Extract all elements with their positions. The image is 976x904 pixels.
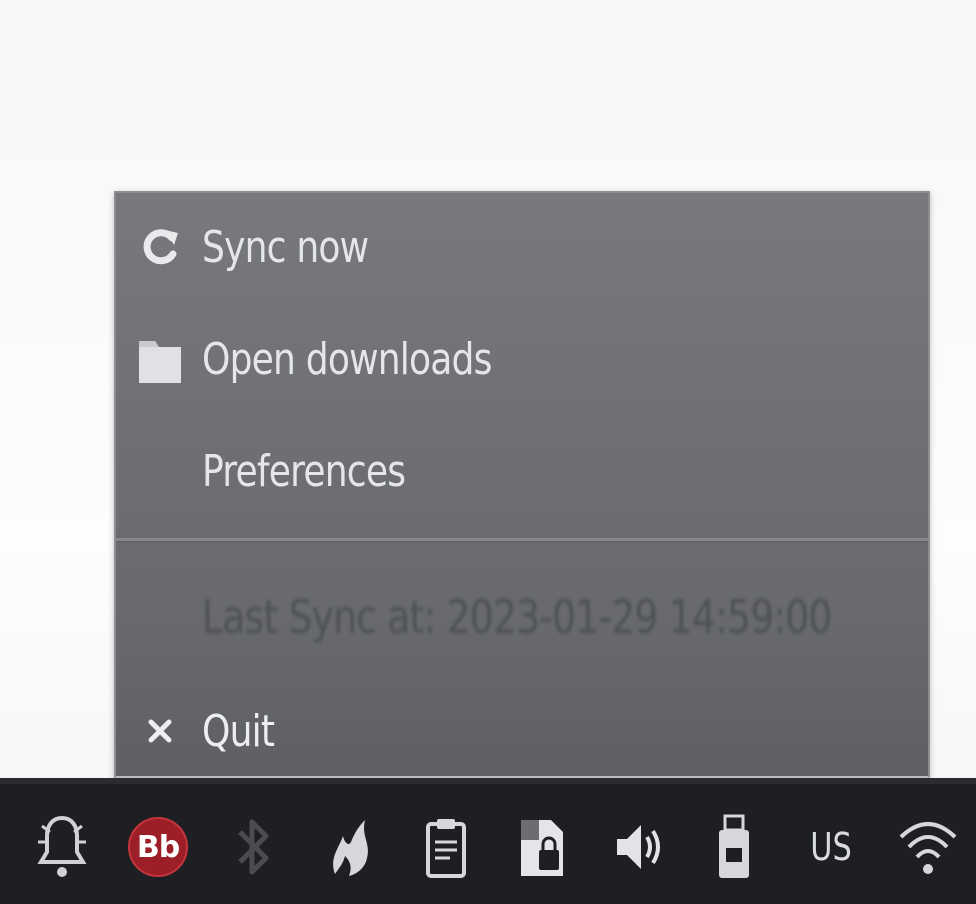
taskbar: Bb US <box>0 778 976 904</box>
desktop-background: Sync now Open downloads Preferences Last… <box>0 0 976 904</box>
bluetooth-icon[interactable] <box>224 810 284 884</box>
menu-item-label: Sync now <box>202 221 369 273</box>
folder-icon <box>136 335 184 383</box>
wifi-icon[interactable] <box>896 810 960 884</box>
menu-item-label: Open downloads <box>202 333 492 385</box>
flame-app-icon[interactable] <box>320 810 380 884</box>
menu-item-label: Quit <box>202 705 275 757</box>
menu-item-label: Preferences <box>202 445 406 497</box>
keyboard-layout-indicator[interactable]: US <box>796 810 866 884</box>
close-icon <box>136 707 184 755</box>
last-sync-label: Last Sync at: 2023-01-29 14:59:00 <box>202 590 832 644</box>
menu-item-preferences[interactable]: Preferences <box>116 421 928 521</box>
bb-badge-label: Bb <box>128 817 188 877</box>
menu-item-open-downloads[interactable]: Open downloads <box>116 309 928 409</box>
menu-item-last-sync: Last Sync at: 2023-01-29 14:59:00 <box>116 567 928 667</box>
volume-icon[interactable] <box>608 810 668 884</box>
keyring-lock-icon[interactable] <box>512 810 572 884</box>
menu-separator <box>116 538 928 542</box>
keyboard-layout-label: US <box>810 825 852 869</box>
clipboard-icon[interactable] <box>416 810 476 884</box>
tray-context-menu: Sync now Open downloads Preferences Last… <box>114 191 930 779</box>
refresh-icon <box>136 223 184 271</box>
usb-drive-icon[interactable] <box>704 810 764 884</box>
bb-app-icon[interactable]: Bb <box>128 810 188 884</box>
menu-item-sync-now[interactable]: Sync now <box>116 197 928 297</box>
notification-bell-icon[interactable] <box>32 810 92 884</box>
menu-item-quit[interactable]: Quit <box>116 681 928 781</box>
